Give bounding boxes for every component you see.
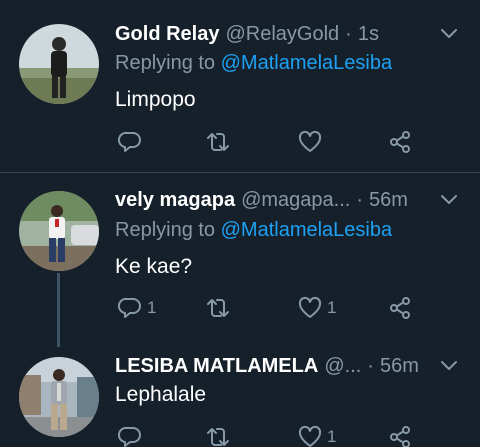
- retweet-icon: [207, 299, 229, 317]
- user-handle[interactable]: @RelayGold: [225, 23, 339, 46]
- tweet-3[interactable]: LESIBA MATLAMELA @... · 56m Lephalale 1: [0, 347, 480, 447]
- tweet-actions: [115, 128, 435, 156]
- heart-icon: [298, 425, 322, 447]
- avatar[interactable]: [19, 191, 99, 271]
- heart-icon: [298, 130, 322, 152]
- retweet-icon: [207, 133, 229, 151]
- separator-dot: ·: [345, 22, 352, 45]
- reply-count: 1: [147, 298, 157, 317]
- reply-icon: [117, 297, 141, 318]
- replying-to: Replying to @MatlamelaLesiba: [115, 219, 392, 242]
- like-count: 1: [327, 298, 337, 317]
- user-handle[interactable]: @magapa...: [241, 189, 350, 212]
- retweet-button[interactable]: [203, 423, 237, 447]
- tweet-header: LESIBA MATLAMELA @... · 56m: [115, 352, 440, 380]
- tweet-header: Gold Relay @RelayGold · 1s: [115, 20, 440, 48]
- separator-dot: ·: [356, 188, 363, 211]
- chevron-down-icon[interactable]: [438, 22, 460, 44]
- avatar[interactable]: [19, 357, 99, 437]
- reply-button[interactable]: 1: [117, 294, 156, 322]
- share-icon: [390, 426, 410, 447]
- tweet-actions: 1 1: [115, 294, 435, 322]
- tweet-text: Limpopo: [115, 88, 196, 111]
- tweet-header: vely magapa @magapa... · 56m: [115, 186, 440, 214]
- separator-dot: ·: [367, 354, 374, 377]
- tweet-feed: Gold Relay @RelayGold · 1s Replying to @…: [0, 0, 480, 447]
- share-button[interactable]: [387, 294, 413, 322]
- mention-link[interactable]: @MatlamelaLesiba: [221, 219, 393, 241]
- like-button[interactable]: 1: [297, 294, 336, 322]
- chevron-down-icon[interactable]: [438, 188, 460, 210]
- display-name[interactable]: vely magapa: [115, 189, 235, 212]
- user-handle[interactable]: @...: [324, 355, 361, 378]
- timestamp[interactable]: 56m: [369, 189, 408, 212]
- share-icon: [390, 297, 410, 319]
- reply-button[interactable]: [117, 128, 147, 156]
- avatar[interactable]: [19, 24, 99, 104]
- heart-icon: [298, 296, 322, 318]
- display-name[interactable]: LESIBA MATLAMELA: [115, 355, 318, 378]
- share-button[interactable]: [387, 423, 413, 447]
- replying-to-label: Replying to: [115, 52, 221, 74]
- retweet-icon: [207, 428, 229, 446]
- replying-to: Replying to @MatlamelaLesiba: [115, 52, 392, 75]
- share-button[interactable]: [387, 128, 413, 156]
- chevron-down-icon[interactable]: [438, 354, 460, 376]
- replying-to-label: Replying to: [115, 219, 221, 241]
- mention-link[interactable]: @MatlamelaLesiba: [221, 52, 393, 74]
- like-button[interactable]: 1: [297, 423, 336, 447]
- tweet-text: Ke kae?: [115, 255, 193, 278]
- thread-connector: [57, 273, 60, 347]
- share-icon: [390, 131, 410, 153]
- tweet-1[interactable]: Gold Relay @RelayGold · 1s Replying to @…: [0, 0, 480, 172]
- tweet-text: Lephalale: [115, 383, 207, 406]
- reply-icon: [117, 131, 141, 152]
- display-name[interactable]: Gold Relay: [115, 23, 219, 46]
- timestamp[interactable]: 56m: [380, 355, 419, 378]
- like-button[interactable]: [297, 128, 327, 156]
- tweet-2[interactable]: vely magapa @magapa... · 56m Replying to…: [0, 173, 480, 347]
- reply-button[interactable]: [117, 423, 147, 447]
- retweet-button[interactable]: [203, 294, 237, 322]
- like-count: 1: [327, 427, 337, 446]
- retweet-button[interactable]: [203, 128, 237, 156]
- reply-icon: [117, 426, 141, 447]
- timestamp[interactable]: 1s: [358, 23, 379, 46]
- tweet-actions: 1: [115, 423, 435, 447]
